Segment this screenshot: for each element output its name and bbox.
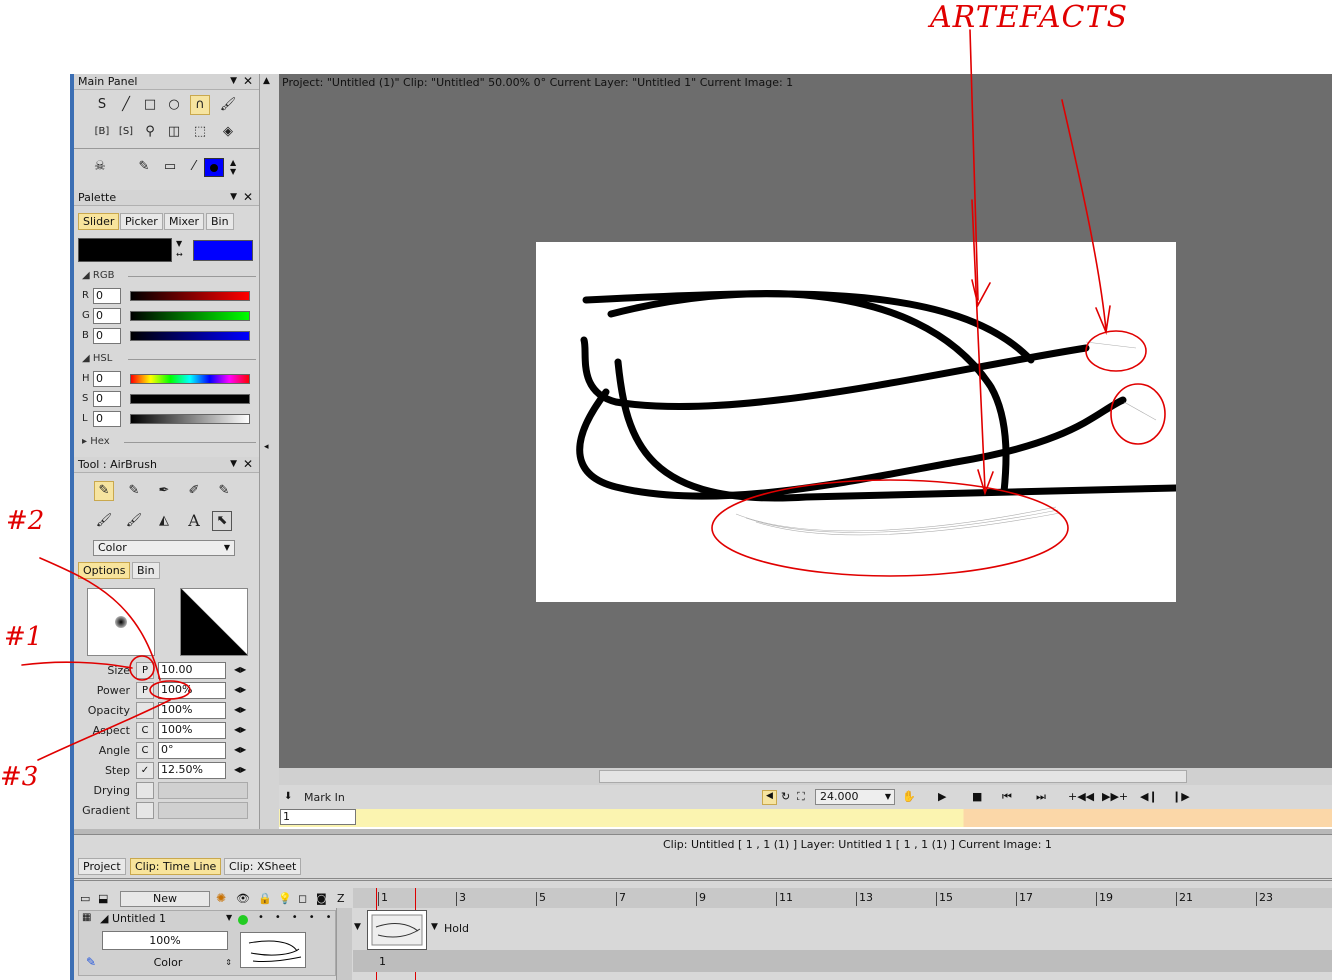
annotation-arrow <box>1061 99 1111 335</box>
annotation-arrow <box>969 29 991 308</box>
annotation-mark-3: #3 <box>0 762 39 792</box>
annotation-circle <box>1085 330 1147 372</box>
annotation-circle <box>1110 383 1166 445</box>
annotation-line <box>21 661 133 669</box>
annotation-circle <box>711 479 1069 577</box>
annotation-arrow <box>971 199 994 496</box>
annotation-overlay <box>21 29 1166 761</box>
annotation-mark-2: #2 <box>6 506 45 536</box>
annotation-circle <box>149 680 191 700</box>
artefacts-label: ARTEFACTS <box>930 0 1129 35</box>
annotation-circle <box>129 655 155 681</box>
annotation-mark-1: #1 <box>4 622 43 652</box>
annotation-line <box>37 699 171 761</box>
